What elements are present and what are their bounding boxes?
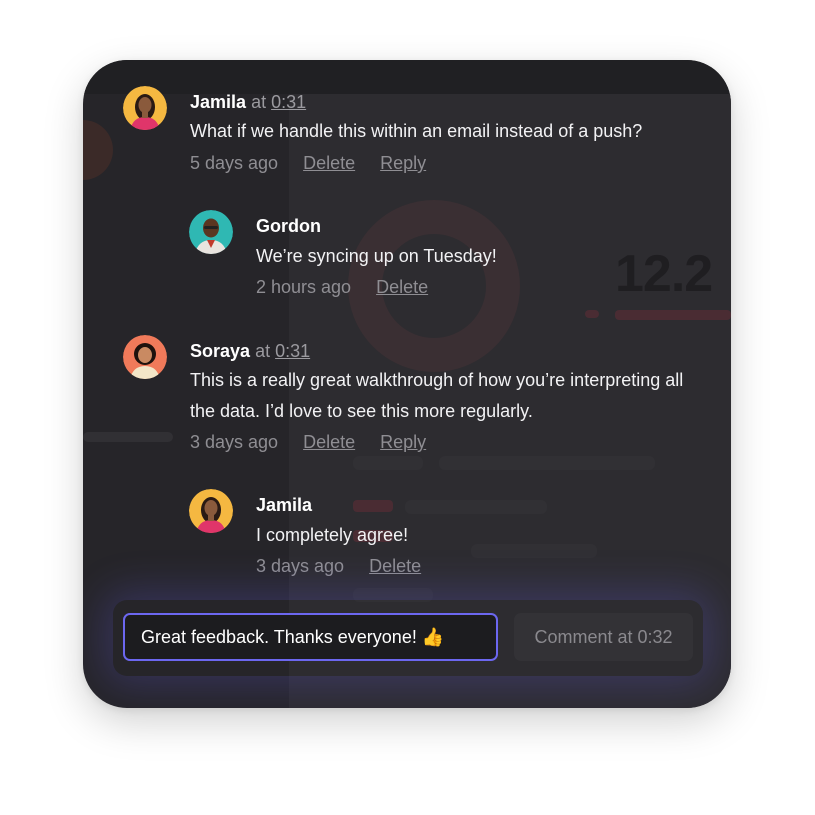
comment-meta: 3 days ago Delete Reply <box>190 432 426 453</box>
comment-header: Gordon <box>256 216 321 237</box>
comment-text: I completely agree! <box>256 520 408 551</box>
avatar-soraya-image <box>123 335 167 379</box>
avatar-gordon-image <box>189 210 233 254</box>
comment-age: 3 days ago <box>190 432 279 452</box>
avatar-jamila <box>123 86 167 130</box>
comment-age: 3 days ago <box>256 556 345 576</box>
comment-header: Soraya at 0:31 <box>190 341 310 362</box>
avatar-jamila-image <box>123 86 167 130</box>
reply-link[interactable]: Reply <box>380 153 426 173</box>
at-label: at <box>251 92 267 112</box>
comment-text-line: We’re syncing up on Tuesday! <box>256 246 497 266</box>
stage: 12.2 Jamila at 0:31 What if we handle th… <box>0 0 815 815</box>
comment-text: We’re syncing up on Tuesday! <box>256 241 497 272</box>
comment-header: Jamila at 0:31 <box>190 92 306 113</box>
comment-meta: 5 days ago Delete Reply <box>190 153 426 174</box>
timestamp-link[interactable]: 0:31 <box>271 92 306 112</box>
author-name: Jamila <box>190 92 247 112</box>
comment-header: Jamila <box>256 495 312 516</box>
avatar-jamila-image <box>189 489 233 533</box>
author-name: Soraya <box>190 341 251 361</box>
comment-text: This is a really great walkthrough of ho… <box>190 365 683 427</box>
delete-link[interactable]: Delete <box>376 277 428 297</box>
delete-link[interactable]: Delete <box>303 153 355 173</box>
delete-link[interactable]: Delete <box>369 556 421 576</box>
comment-text-line: I completely agree! <box>256 525 409 545</box>
comment-input[interactable]: Great feedback. Thanks everyone! 👍 <box>123 613 498 661</box>
comment-thread: Jamila at 0:31 What if we handle this wi… <box>83 60 731 708</box>
author-name: Gordon <box>256 216 321 236</box>
comment-text-line: This is a really great walkthrough of ho… <box>190 370 684 390</box>
timestamp-link[interactable]: 0:31 <box>275 341 310 361</box>
comment-text-line: What if we handle this within an email i… <box>190 121 643 141</box>
avatar-soraya <box>123 335 167 379</box>
comment-text-line: the data. I’d love to see this more regu… <box>190 401 533 421</box>
avatar-gordon <box>189 210 233 254</box>
comment-age: 2 hours ago <box>256 277 352 297</box>
comment-age: 5 days ago <box>190 153 279 173</box>
author-name: Jamila <box>256 495 313 515</box>
comment-submit-button[interactable]: Comment at 0:32 <box>514 613 693 661</box>
comment-text: What if we handle this within an email i… <box>190 116 642 147</box>
reply-link[interactable]: Reply <box>380 432 426 452</box>
delete-link[interactable]: Delete <box>303 432 355 452</box>
avatar-jamila <box>189 489 233 533</box>
comment-meta: 2 hours ago Delete <box>256 277 428 298</box>
at-label: at <box>255 341 271 361</box>
comments-card: 12.2 Jamila at 0:31 What if we handle th… <box>83 60 731 708</box>
comment-meta: 3 days ago Delete <box>256 556 421 577</box>
